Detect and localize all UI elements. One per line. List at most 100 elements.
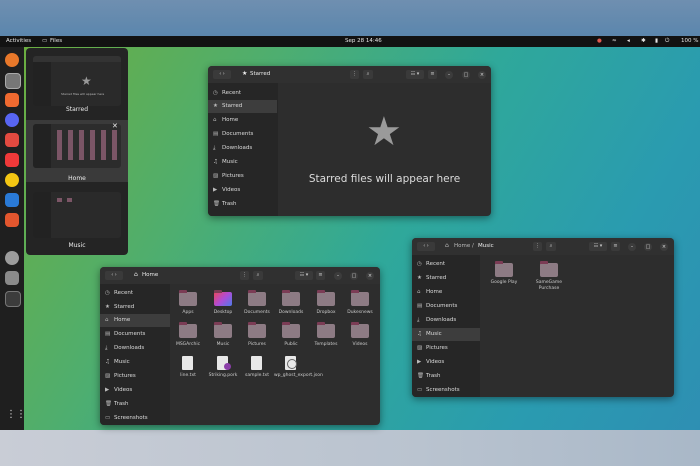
documents-folder-icon[interactable] bbox=[248, 290, 266, 306]
grid-icon[interactable]: ⋮⋮ bbox=[6, 409, 26, 421]
sidebar-item-music[interactable]: ♫ Music bbox=[208, 156, 278, 169]
desktop-folder-icon[interactable] bbox=[214, 290, 232, 306]
sidebar-item-recent[interactable]: ◷ Recent bbox=[412, 258, 480, 271]
sidebar-item-music[interactable]: ♫ Music bbox=[412, 328, 480, 341]
minimize-button[interactable]: – bbox=[628, 242, 636, 251]
close-icon[interactable]: ✕ bbox=[112, 122, 118, 130]
sidebar-item-downloads[interactable]: ⤓ Downloads bbox=[412, 314, 480, 327]
screen-bottom-border bbox=[0, 430, 700, 466]
downloads-folder-icon[interactable] bbox=[282, 290, 300, 306]
app-menu[interactable]: Files bbox=[50, 38, 62, 45]
discord-icon[interactable] bbox=[5, 113, 19, 127]
red-app-icon[interactable] bbox=[5, 133, 19, 147]
back-forward-buttons[interactable]: ‹ › bbox=[105, 271, 123, 280]
sidebar-item-pictures[interactable]: ▨ Pictures bbox=[100, 370, 170, 383]
back-forward-buttons[interactable]: ‹ › bbox=[417, 242, 435, 251]
trash-app-icon[interactable] bbox=[5, 271, 19, 285]
folder-icon[interactable] bbox=[495, 261, 513, 277]
menu-button[interactable]: ⋮ bbox=[533, 242, 542, 251]
power-icon[interactable]: ⏻ bbox=[665, 38, 669, 45]
text-file-icon[interactable] bbox=[251, 356, 262, 370]
minimize-button[interactable]: – bbox=[445, 70, 453, 79]
terminal-icon[interactable] bbox=[5, 291, 21, 307]
close-button[interactable]: × bbox=[660, 242, 668, 251]
sidebar-item-trash[interactable]: 🗑 Trash bbox=[412, 370, 480, 383]
sidebar-item-music[interactable]: ♫ Music bbox=[100, 356, 170, 369]
close-button[interactable]: × bbox=[366, 271, 374, 280]
sidebar-item-starred[interactable]: ★ Starred bbox=[412, 272, 480, 285]
breadcrumb-home[interactable]: Home bbox=[454, 243, 470, 249]
sidebar-item-documents[interactable]: ▤ Documents bbox=[412, 300, 480, 313]
sidebar-item-starred[interactable]: ★ Starred bbox=[100, 301, 170, 314]
maximize-button[interactable]: □ bbox=[350, 271, 358, 280]
writer-icon[interactable] bbox=[5, 193, 19, 207]
star-icon: ★ bbox=[242, 70, 248, 77]
record-icon[interactable]: ● bbox=[597, 38, 602, 45]
back-forward-buttons[interactable]: ‹ › bbox=[213, 70, 231, 79]
sidebar-item-downloads[interactable]: ⤓ Downloads bbox=[100, 342, 170, 355]
minimize-button[interactable]: – bbox=[334, 271, 342, 280]
hamburger-menu-button[interactable]: ≡ bbox=[428, 70, 437, 79]
folder-icon[interactable] bbox=[179, 322, 197, 338]
sidebar-item-videos[interactable]: ▶ Videos bbox=[208, 184, 278, 197]
folder-icon[interactable] bbox=[179, 290, 197, 306]
sidebar-item-pictures[interactable]: ▨ Pictures bbox=[412, 342, 480, 355]
sidebar-item-screenshots[interactable]: ▭ Screenshots bbox=[100, 412, 170, 425]
view-options-button[interactable]: ☷ ▾ bbox=[406, 70, 424, 79]
rhythmbox-icon[interactable] bbox=[5, 173, 19, 187]
menu-button[interactable]: ⋮ bbox=[240, 271, 249, 280]
pictures-folder-icon[interactable] bbox=[248, 322, 266, 338]
maximize-button[interactable]: □ bbox=[462, 70, 470, 79]
menu-button[interactable]: ⋮ bbox=[350, 70, 359, 79]
text-file-icon[interactable] bbox=[182, 356, 193, 370]
firefox-icon[interactable] bbox=[5, 53, 19, 67]
sidebar-item-home[interactable]: ⌂ Home bbox=[100, 314, 170, 327]
sidebar-item-videos[interactable]: ▶ Videos bbox=[100, 384, 170, 397]
folder-icon[interactable] bbox=[540, 261, 558, 277]
clock[interactable]: Sep 28 14:46 bbox=[345, 38, 382, 45]
sidebar-item-recent[interactable]: ◷ Recent bbox=[208, 87, 278, 100]
sidebar-item-pictures[interactable]: ▨ Pictures bbox=[208, 170, 278, 183]
files-icon[interactable] bbox=[5, 73, 21, 89]
maximize-button[interactable]: □ bbox=[644, 242, 652, 251]
vivaldi-icon[interactable] bbox=[5, 153, 19, 167]
view-options-button[interactable]: ☷ ▾ bbox=[589, 242, 607, 251]
overview-home-window[interactable] bbox=[33, 124, 121, 168]
sidebar-item-documents[interactable]: ▤ Documents bbox=[100, 328, 170, 341]
sidebar-item-home[interactable]: ⌂ Home bbox=[208, 114, 278, 127]
view-options-button[interactable]: ☷ ▾ bbox=[295, 271, 313, 280]
search-button[interactable]: ⌕ bbox=[253, 271, 263, 280]
folder-icon[interactable] bbox=[351, 290, 369, 306]
settings-icon[interactable] bbox=[5, 251, 19, 265]
templates-folder-icon[interactable] bbox=[317, 322, 335, 338]
sidebar-item-screenshots[interactable]: ▭ Screenshots bbox=[412, 384, 480, 397]
sidebar-item-documents[interactable]: ▤ Documents bbox=[208, 128, 278, 141]
file-label: Apps bbox=[182, 310, 194, 315]
sidebar-item-starred[interactable]: ★ Starred bbox=[208, 100, 277, 113]
software-icon[interactable] bbox=[5, 213, 19, 227]
dropbox-folder-icon[interactable] bbox=[317, 290, 335, 306]
videos-folder-icon[interactable] bbox=[351, 322, 369, 338]
sidebar-item-videos[interactable]: ▶ Videos bbox=[412, 356, 480, 369]
sidebar-item-recent[interactable]: ◷ Recent bbox=[100, 287, 170, 300]
search-button[interactable]: ⌕ bbox=[363, 70, 373, 79]
file-label: Public bbox=[284, 342, 298, 347]
sidebar-item-downloads[interactable]: ⤓ Downloads bbox=[208, 142, 278, 155]
breadcrumb-current[interactable]: Music bbox=[478, 243, 494, 249]
search-button[interactable]: ⌕ bbox=[546, 242, 556, 251]
brave-icon[interactable] bbox=[5, 93, 19, 107]
close-button[interactable]: × bbox=[478, 70, 486, 79]
public-folder-icon[interactable] bbox=[282, 322, 300, 338]
sidebar-item-trash[interactable]: 🗑 Trash bbox=[208, 198, 278, 211]
overview-starred-window[interactable]: ★ Starred files will appear here bbox=[33, 56, 121, 106]
music-folder-icon[interactable] bbox=[214, 322, 232, 338]
music-icon: ♫ bbox=[213, 159, 218, 165]
sidebar-item-trash[interactable]: 🗑 Trash bbox=[100, 398, 170, 411]
hamburger-menu-button[interactable]: ≡ bbox=[611, 242, 620, 251]
document-icon: ▤ bbox=[213, 131, 219, 137]
file-label: MSGArchic bbox=[175, 342, 201, 347]
hamburger-menu-button[interactable]: ≡ bbox=[316, 271, 325, 280]
activities-button[interactable]: Activities bbox=[6, 38, 31, 45]
overview-music-window[interactable] bbox=[33, 192, 121, 238]
sidebar-item-home[interactable]: ⌂ Home bbox=[412, 286, 480, 299]
